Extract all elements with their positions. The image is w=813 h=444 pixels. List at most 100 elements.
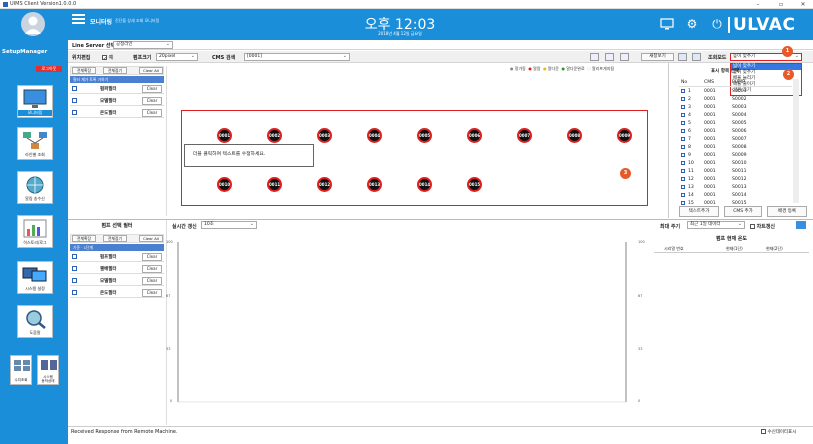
filter-clear-button[interactable]: Clear: [142, 265, 162, 273]
list-row[interactable]: 12 0001 S0012: [679, 176, 792, 184]
nav-value-query[interactable]: 수치조회: [10, 355, 32, 385]
filter-clear-button[interactable]: Clear: [142, 97, 162, 105]
pump-node[interactable]: 0007: [517, 128, 532, 143]
close-button[interactable]: ✕: [795, 0, 811, 9]
add-text-button[interactable]: 텍스트추가: [679, 206, 719, 217]
maximize-button[interactable]: ▫: [773, 0, 789, 9]
pump-node[interactable]: 0009: [617, 128, 632, 143]
list-cell-pump: S0001: [732, 89, 747, 94]
nav-history[interactable]: 히스토리/로그: [17, 215, 53, 248]
refresh-icon[interactable]: [796, 221, 806, 229]
list-row[interactable]: 2 0001 S0002: [679, 96, 792, 104]
temp-col-stage1: 현재(1단): [726, 246, 743, 251]
pump-node[interactable]: 0001: [217, 128, 232, 143]
filter-checkbox[interactable]: [72, 278, 77, 283]
pump-node[interactable]: 0006: [467, 128, 482, 143]
nav-system-status[interactable]: 시스템 동작상태: [37, 355, 59, 385]
hamburger-menu-icon[interactable]: [72, 14, 85, 24]
pump-node[interactable]: 0002: [267, 128, 282, 143]
nav-alarm[interactable]: 알림 송수신: [17, 171, 53, 204]
filter-clear-button[interactable]: Clear: [142, 253, 162, 261]
register-background-button[interactable]: 배경 등록: [767, 206, 807, 217]
filter-checkbox[interactable]: [72, 290, 77, 295]
list-cell-pump: S0007: [732, 137, 747, 142]
expand-all-button[interactable]: 전체확장: [72, 67, 96, 74]
print-icon[interactable]: [605, 53, 614, 61]
chart-refresh-toggle[interactable]: 차트갱신: [750, 223, 775, 230]
arrow-down-icon[interactable]: [692, 53, 701, 61]
list-row[interactable]: 13 0001 S0013: [679, 184, 792, 192]
expand-all-button[interactable]: 전체확장: [72, 235, 96, 242]
cms-search-dropdown[interactable]: [0001]: [244, 53, 350, 61]
pump-node[interactable]: 0005: [417, 128, 432, 143]
arrow-up-icon[interactable]: [678, 53, 687, 61]
pump-node[interactable]: 0003: [317, 128, 332, 143]
list-row[interactable]: 14 0001 S0014: [679, 192, 792, 200]
position-edit-checkbox[interactable]: ✓ 예: [102, 54, 113, 62]
list-row[interactable]: 9 0001 S0009: [679, 152, 792, 160]
filter-checkbox[interactable]: [72, 110, 77, 115]
nav-system-settings[interactable]: 시스템 설정: [17, 261, 53, 294]
pump-node[interactable]: 0010: [217, 177, 232, 192]
list-row[interactable]: 11 0001 S0011: [679, 168, 792, 176]
list-cell-cms: 0001: [704, 177, 716, 182]
pump-node[interactable]: 0014: [417, 177, 432, 192]
pump-node[interactable]: 0008: [567, 128, 582, 143]
max-period-dropdown[interactable]: 최근 1일 데이터: [687, 221, 745, 229]
minimize-button[interactable]: –: [750, 0, 766, 9]
filter-clear-button[interactable]: Clear: [142, 109, 162, 117]
date: 2018년 4월 12일 금요일: [378, 31, 422, 36]
cms-search-label: CMS 검색: [212, 55, 236, 61]
pump-node[interactable]: 0015: [467, 177, 482, 192]
pump-node[interactable]: 0011: [267, 177, 282, 192]
list-row[interactable]: 1 0001 S0001: [679, 88, 792, 96]
menu-title: 모니터링: [90, 19, 113, 26]
logout-button[interactable]: 로그아웃: [36, 66, 62, 72]
power-icon[interactable]: ⏻: [710, 18, 724, 30]
filter-checkbox[interactable]: [72, 98, 77, 103]
list-row[interactable]: 3 0001 S0003: [679, 104, 792, 112]
save-icon[interactable]: [590, 53, 599, 61]
gear-icon[interactable]: ⚙: [685, 18, 699, 30]
clear-all-button[interactable]: Clear All: [139, 235, 163, 242]
max-period-label: 최대 주기: [660, 224, 681, 230]
realtime-dropdown[interactable]: 10초: [201, 221, 257, 229]
filter-clear-button[interactable]: Clear: [142, 277, 162, 285]
filter-checkbox[interactable]: [72, 266, 77, 271]
list-row[interactable]: 7 0001 S0007: [679, 136, 792, 144]
list-row[interactable]: 10 0001 S0010: [679, 160, 792, 168]
filter-clear-button[interactable]: Clear: [142, 289, 162, 297]
realtime-chart: [172, 238, 632, 408]
list-scrollbar[interactable]: [793, 79, 799, 203]
pump-node[interactable]: 0004: [367, 128, 382, 143]
clear-all-button[interactable]: Clear All: [139, 67, 163, 74]
monitor-icon[interactable]: [660, 18, 674, 30]
collapse-all-button[interactable]: 전체접기: [103, 67, 127, 74]
temp-panel-title: 펌프 현재 온도: [715, 236, 748, 242]
filter-clear-button[interactable]: Clear: [142, 85, 162, 93]
export-icon[interactable]: [620, 53, 629, 61]
pump-node[interactable]: 0012: [317, 177, 332, 192]
list-row[interactable]: 8 0001 S0008: [679, 144, 792, 152]
line-select-dropdown[interactable]: 공정라인: [113, 41, 173, 49]
legend-item: 알람: [533, 66, 541, 71]
list-row[interactable]: 6 0001 S0006: [679, 128, 792, 136]
pump-size-dropdown[interactable]: 20pixel: [156, 53, 198, 61]
monitor-icon: [23, 89, 47, 108]
bottom-filter-header: 전체확장 전체접기 Clear All: [70, 234, 164, 243]
nav-help[interactable]: 도움말: [17, 305, 53, 338]
collapse-all-button[interactable]: 전체접기: [103, 235, 127, 242]
add-cms-button[interactable]: CMS 추가: [724, 206, 762, 217]
list-row[interactable]: 4 0001 S0004: [679, 112, 792, 120]
nav-monitoring[interactable]: 모니터링: [17, 85, 53, 118]
new-window-button[interactable]: 새창보기: [641, 53, 674, 61]
pump-node[interactable]: 0013: [367, 177, 382, 192]
list-cell-no: 1: [688, 89, 691, 94]
filter-checkbox[interactable]: [72, 86, 77, 91]
list-cell-no: 8: [688, 145, 691, 150]
filter-checkbox[interactable]: [72, 254, 77, 259]
list-row[interactable]: 5 0001 S0005: [679, 120, 792, 128]
editable-text-box[interactable]: 더블 클릭하여 텍스트를 수정하세요.: [184, 144, 314, 167]
show-received-toggle[interactable]: 수신데이터표시: [761, 429, 796, 435]
nav-line-view[interactable]: 라인별 조회: [17, 127, 53, 160]
